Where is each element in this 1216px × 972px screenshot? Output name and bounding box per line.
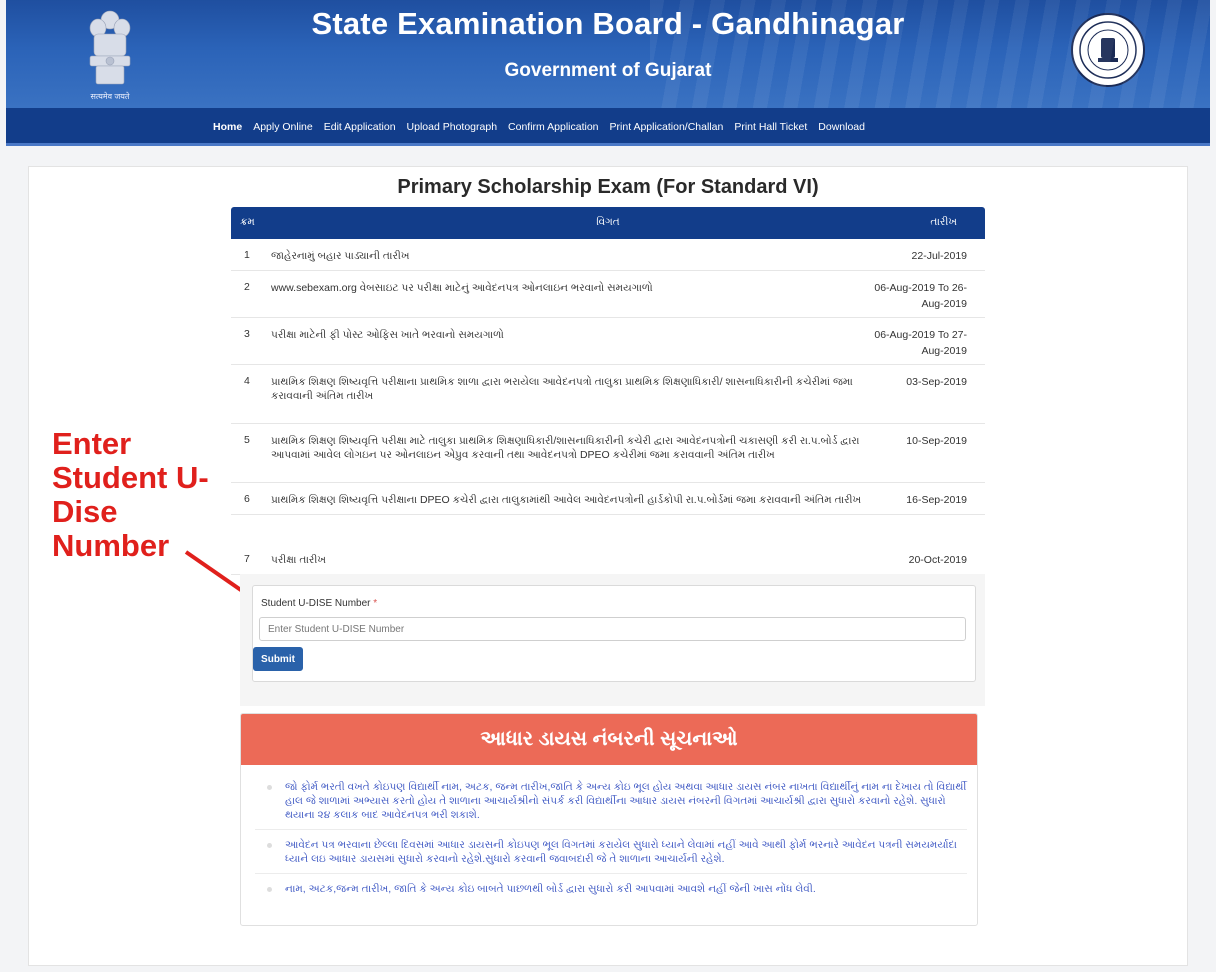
row-description: પ્રાથમિક શિક્ષણ શિષ્યવૃત્તિ પરીક્ષાના DP… (271, 494, 862, 506)
bullet-icon (267, 843, 272, 848)
bullet-icon (267, 887, 272, 892)
row-number: 1 (244, 249, 250, 261)
page-title: Primary Scholarship Exam (For Standard V… (397, 176, 819, 198)
col-header-date: તારીખ (930, 216, 957, 228)
row-date: 06-Aug-2019 To 27-Aug-2019 (874, 329, 967, 357)
bullet-icon (267, 785, 272, 790)
site-subtitle: Government of Gujarat (504, 60, 712, 81)
row-date: 22-Jul-2019 (911, 250, 967, 262)
instruction-item: જો ફોર્મ ભરતી વખતે કોઇપણ વિદ્યાર્થી નામ,… (255, 780, 967, 830)
row-number: 6 (244, 493, 250, 505)
nav-item-edit-application[interactable]: Edit Application (324, 121, 396, 133)
row-description: પ્રાથમિક શિક્ષણ શિષ્યવૃત્તિ પરીક્ષાના પ્… (271, 376, 853, 402)
schedule-row: 2 www.sebexam.org વેબસાઇટ પર પરીક્ષા માટે… (231, 271, 985, 318)
row-description: પરીક્ષા માટેની ફી પોસ્ટ ઓફિસ ખાતે ભરવાનો… (271, 329, 504, 341)
row-date: 03-Sep-2019 (906, 376, 967, 388)
nav-item-home[interactable]: Home (213, 121, 242, 133)
instructions-title: આધાર ડાયસ નંબરની સૂચનાઓ (241, 714, 977, 765)
row-number: 3 (244, 328, 250, 340)
row-date: 16-Sep-2019 (906, 494, 967, 506)
nav-item-upload-photograph[interactable]: Upload Photograph (407, 121, 498, 133)
nav-item-confirm-application[interactable]: Confirm Application (508, 121, 598, 133)
nav-item-print-application-challan[interactable]: Print Application/Challan (610, 121, 724, 133)
row-date: 10-Sep-2019 (906, 435, 967, 447)
row-description: www.sebexam.org વેબસાઇટ પર પરીક્ષા માટેન… (271, 282, 653, 294)
schedule-row: 3 પરીક્ષા માટેની ફી પોસ્ટ ઓફિસ ખાતે ભરવાન… (231, 318, 985, 365)
schedule-row: 7 પરીક્ષા તારીખ 20-Oct-2019 (231, 515, 985, 575)
schedule-row: 4 પ્રાથમિક શિક્ષણ શિષ્યવૃત્તિ પરીક્ષાના પ… (231, 365, 985, 424)
instructions-list: જો ફોર્મ ભરતી વખતે કોઇપણ વિદ્યાર્થી નામ,… (255, 780, 967, 911)
udise-instructions-card: આધાર ડાયસ નંબરની સૂચનાઓ જો ફોર્મ ભરતી વખ… (240, 713, 978, 926)
row-number: 4 (244, 375, 250, 387)
row-number: 5 (244, 434, 250, 446)
schedule-table: ક્રમ વિગત તારીખ 1 જાહેરનામું બહાર પાડ્યાન… (231, 207, 985, 575)
site-title: State Examination Board - Gandhinagar (311, 6, 905, 41)
row-description: પરીક્ષા તારીખ (271, 554, 326, 566)
nav-item-download[interactable]: Download (818, 121, 865, 133)
instruction-item: નામ, અટક,જન્મ તારીખ, જાતિ કે અન્ય કોઇ બા… (255, 882, 967, 903)
row-description: જાહેરનામું બહાર પાડ્યાની તારીખ (271, 250, 410, 262)
schedule-header: ક્રમ વિગત તારીખ (231, 207, 985, 239)
nav-item-print-hall-ticket[interactable]: Print Hall Ticket (734, 121, 807, 133)
main-navbar: Home Apply Online Edit Application Upload P… (6, 108, 1210, 146)
col-header-detail: વિગત (596, 216, 620, 228)
instruction-text: જો ફોર્મ ભરતી વખતે કોઇપણ વિદ્યાર્થી નામ,… (285, 781, 967, 821)
udise-form: Student U-DISE Number * Submit (252, 585, 976, 682)
header-banner: सत्यमेव जयते State Examination Board - G… (6, 0, 1210, 108)
instruction-text: નામ, અટક,જન્મ તારીખ, જાતિ કે અન્ય કોઇ બા… (285, 883, 816, 895)
row-date: 06-Aug-2019 To 26-Aug-2019 (874, 282, 967, 310)
row-number: 2 (244, 281, 250, 293)
instruction-text: આવેદન પત્ર ભરવાના છેલ્લા દિવસમાં આધાર ડા… (285, 839, 957, 865)
udise-label-text: Student U-DISE Number (261, 598, 371, 609)
nav-items: Home Apply Online Edit Application Upload P… (213, 108, 876, 146)
schedule-row: 5 પ્રાથમિક શિક્ષણ શિષ્યવૃત્તિ પરીક્ષા માટ… (231, 424, 985, 483)
instruction-item: આવેદન પત્ર ભરવાના છેલ્લા દિવસમાં આધાર ડા… (255, 838, 967, 874)
row-description: પ્રાથમિક શિક્ષણ શિષ્યવૃત્તિ પરીક્ષા માટે… (271, 435, 860, 461)
schedule-row: 1 જાહેરનામું બહાર પાડ્યાની તારીખ 22-Jul-20… (231, 239, 985, 271)
nav-item-apply-online[interactable]: Apply Online (253, 121, 313, 133)
schedule-row: 6 પ્રાથમિક શિક્ષણ શિષ્યવૃત્તિ પરીક્ષાના D… (231, 483, 985, 515)
emblem-caption: सत्यमेव जयते (90, 92, 130, 101)
udise-input[interactable] (259, 617, 966, 641)
udise-label: Student U-DISE Number * (261, 598, 377, 609)
submit-button[interactable]: Submit (253, 647, 303, 671)
row-date: 20-Oct-2019 (908, 554, 967, 566)
required-mark: * (373, 598, 378, 609)
annotation-text: Enter Student U-Dise Number (52, 426, 209, 563)
